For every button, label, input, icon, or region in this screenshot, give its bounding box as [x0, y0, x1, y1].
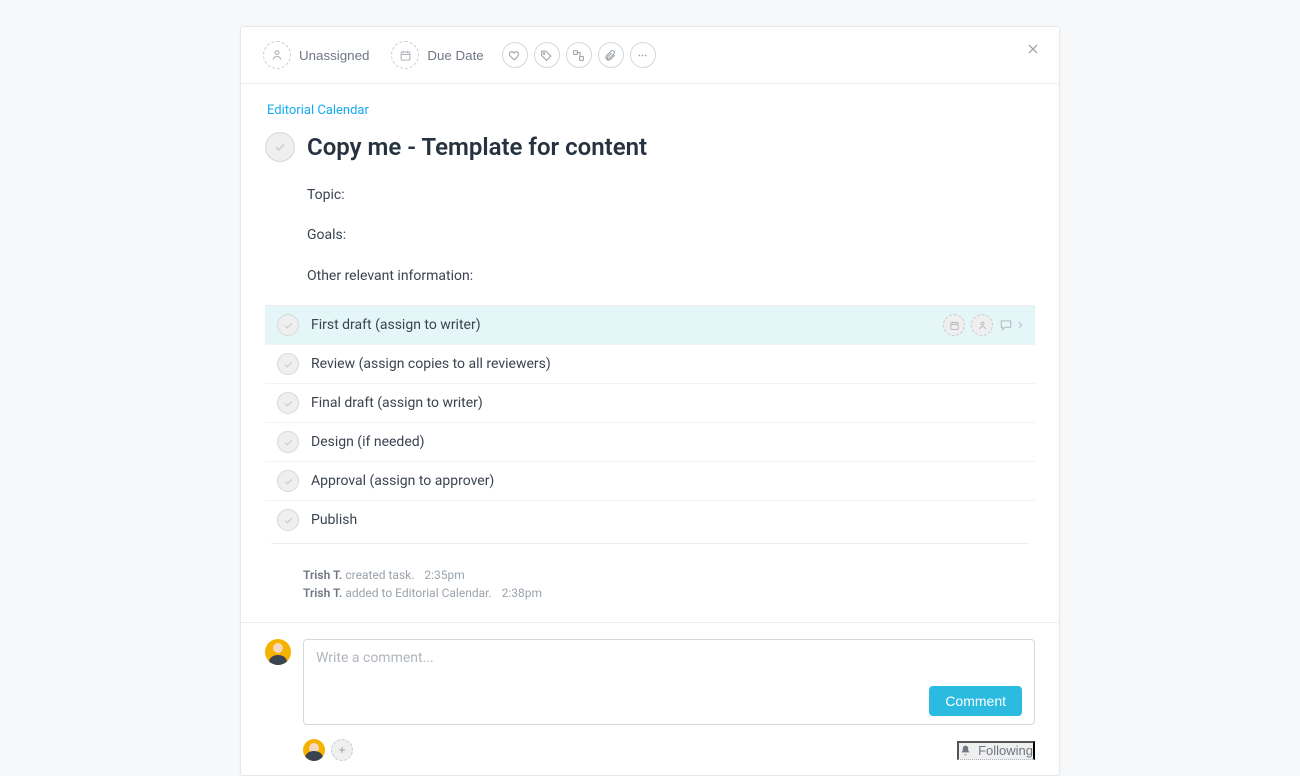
check-icon: [283, 398, 294, 409]
check-icon: [283, 359, 294, 370]
subtask-complete-button[interactable]: [277, 470, 299, 492]
subtask-title: Final draft (assign to writer): [311, 395, 1025, 411]
check-icon: [283, 476, 294, 487]
subtask-detail-button[interactable]: [999, 318, 1025, 332]
collaborators: [303, 739, 353, 761]
subtask-complete-button[interactable]: [277, 314, 299, 336]
activity-time: 2:35pm: [424, 568, 464, 582]
subtask-row[interactable]: Publish: [265, 501, 1035, 539]
subtask-title: Design (if needed): [311, 434, 1025, 450]
task-description[interactable]: Topic: Goals: Other relevant information…: [307, 184, 1035, 287]
subtask-assignee-button[interactable]: [971, 314, 993, 336]
task-detail-pane: Unassigned Due Date: [240, 26, 1060, 776]
check-icon: [273, 140, 287, 154]
subtask-complete-button[interactable]: [277, 509, 299, 531]
due-date-label: Due Date: [427, 48, 483, 63]
subtask-complete-button[interactable]: [277, 431, 299, 453]
avatar: [265, 639, 291, 665]
tag-icon: [540, 49, 553, 62]
description-line: Topic:: [307, 184, 1035, 206]
subtask-actions: [943, 314, 1025, 336]
activity-log: Trish T. created task. 2:35pm Trish T. add…: [303, 566, 1035, 612]
composer: Comment: [303, 639, 1035, 725]
activity-action: added to Editorial Calendar.: [345, 586, 491, 600]
attachment-button[interactable]: [598, 42, 624, 68]
comment-submit-button[interactable]: Comment: [929, 686, 1022, 716]
subtask-title: Publish: [311, 512, 1025, 528]
subtask-complete-button[interactable]: [277, 392, 299, 414]
heart-icon: [508, 49, 521, 62]
dots-icon: [636, 49, 649, 62]
bell-icon: [959, 744, 972, 757]
calendar-icon: [949, 320, 960, 331]
close-icon: [1026, 42, 1040, 56]
subtask-title: Review (assign copies to all reviewers): [311, 356, 1025, 372]
check-icon: [283, 515, 294, 526]
calendar-icon: [391, 41, 419, 69]
comment-input[interactable]: [316, 650, 1022, 682]
subtask-title: First draft (assign to writer): [311, 317, 931, 333]
subtask-row[interactable]: Design (if needed): [265, 423, 1035, 462]
activity-actor: Trish T.: [303, 586, 342, 600]
subtask-complete-button[interactable]: [277, 353, 299, 375]
subtask-button[interactable]: [566, 42, 592, 68]
chevron-right-icon: [1015, 320, 1025, 330]
subtask-row[interactable]: First draft (assign to writer): [265, 306, 1035, 345]
comment-section: Comment Following: [241, 622, 1059, 775]
following-toggle[interactable]: Following: [957, 741, 1035, 760]
activity-entry: Trish T. created task. 2:35pm: [303, 566, 1035, 584]
activity-entry: Trish T. added to Editorial Calendar. 2:3…: [303, 584, 1035, 602]
subtask-icon: [572, 49, 585, 62]
description-line: Other relevant information:: [307, 265, 1035, 287]
close-button[interactable]: [1021, 37, 1045, 61]
task-content: Editorial Calendar Copy me - Template fo…: [241, 84, 1059, 612]
check-icon: [283, 320, 294, 331]
speech-bubble-icon: [999, 318, 1013, 332]
plus-icon: [337, 745, 347, 755]
collaborator-avatar[interactable]: [303, 739, 325, 761]
paperclip-icon: [604, 49, 617, 62]
activity-actor: Trish T.: [303, 568, 342, 582]
subtask-row[interactable]: Review (assign copies to all reviewers): [265, 345, 1035, 384]
add-collaborator-button[interactable]: [331, 739, 353, 761]
subtask-title: Approval (assign to approver): [311, 473, 1025, 489]
task-title[interactable]: Copy me - Template for content: [307, 133, 647, 161]
task-title-row: Copy me - Template for content: [265, 132, 1035, 162]
more-actions-button[interactable]: [630, 42, 656, 68]
subtask-row[interactable]: Final draft (assign to writer): [265, 384, 1035, 423]
task-header-bar: Unassigned Due Date: [241, 27, 1059, 84]
description-line: Goals:: [307, 224, 1035, 246]
due-date-button[interactable]: Due Date: [391, 41, 483, 69]
assignee-label: Unassigned: [299, 48, 369, 63]
check-icon: [283, 437, 294, 448]
activity-action: created task.: [345, 568, 414, 582]
following-label: Following: [978, 743, 1033, 758]
subtask-row[interactable]: Approval (assign to approver): [265, 462, 1035, 501]
divider: [271, 543, 1029, 544]
subtask-list: First draft (assign to writer) Review (a…: [265, 305, 1035, 539]
project-link[interactable]: Editorial Calendar: [267, 103, 369, 118]
like-button[interactable]: [502, 42, 528, 68]
header-icon-row: [502, 42, 656, 68]
subtask-due-button[interactable]: [943, 314, 965, 336]
composer-footer: Following: [265, 739, 1035, 765]
tag-button[interactable]: [534, 42, 560, 68]
person-icon: [977, 320, 988, 331]
complete-task-button[interactable]: [265, 132, 295, 162]
person-icon: [263, 41, 291, 69]
activity-time: 2:38pm: [502, 586, 542, 600]
assignee-button[interactable]: Unassigned: [263, 39, 371, 71]
